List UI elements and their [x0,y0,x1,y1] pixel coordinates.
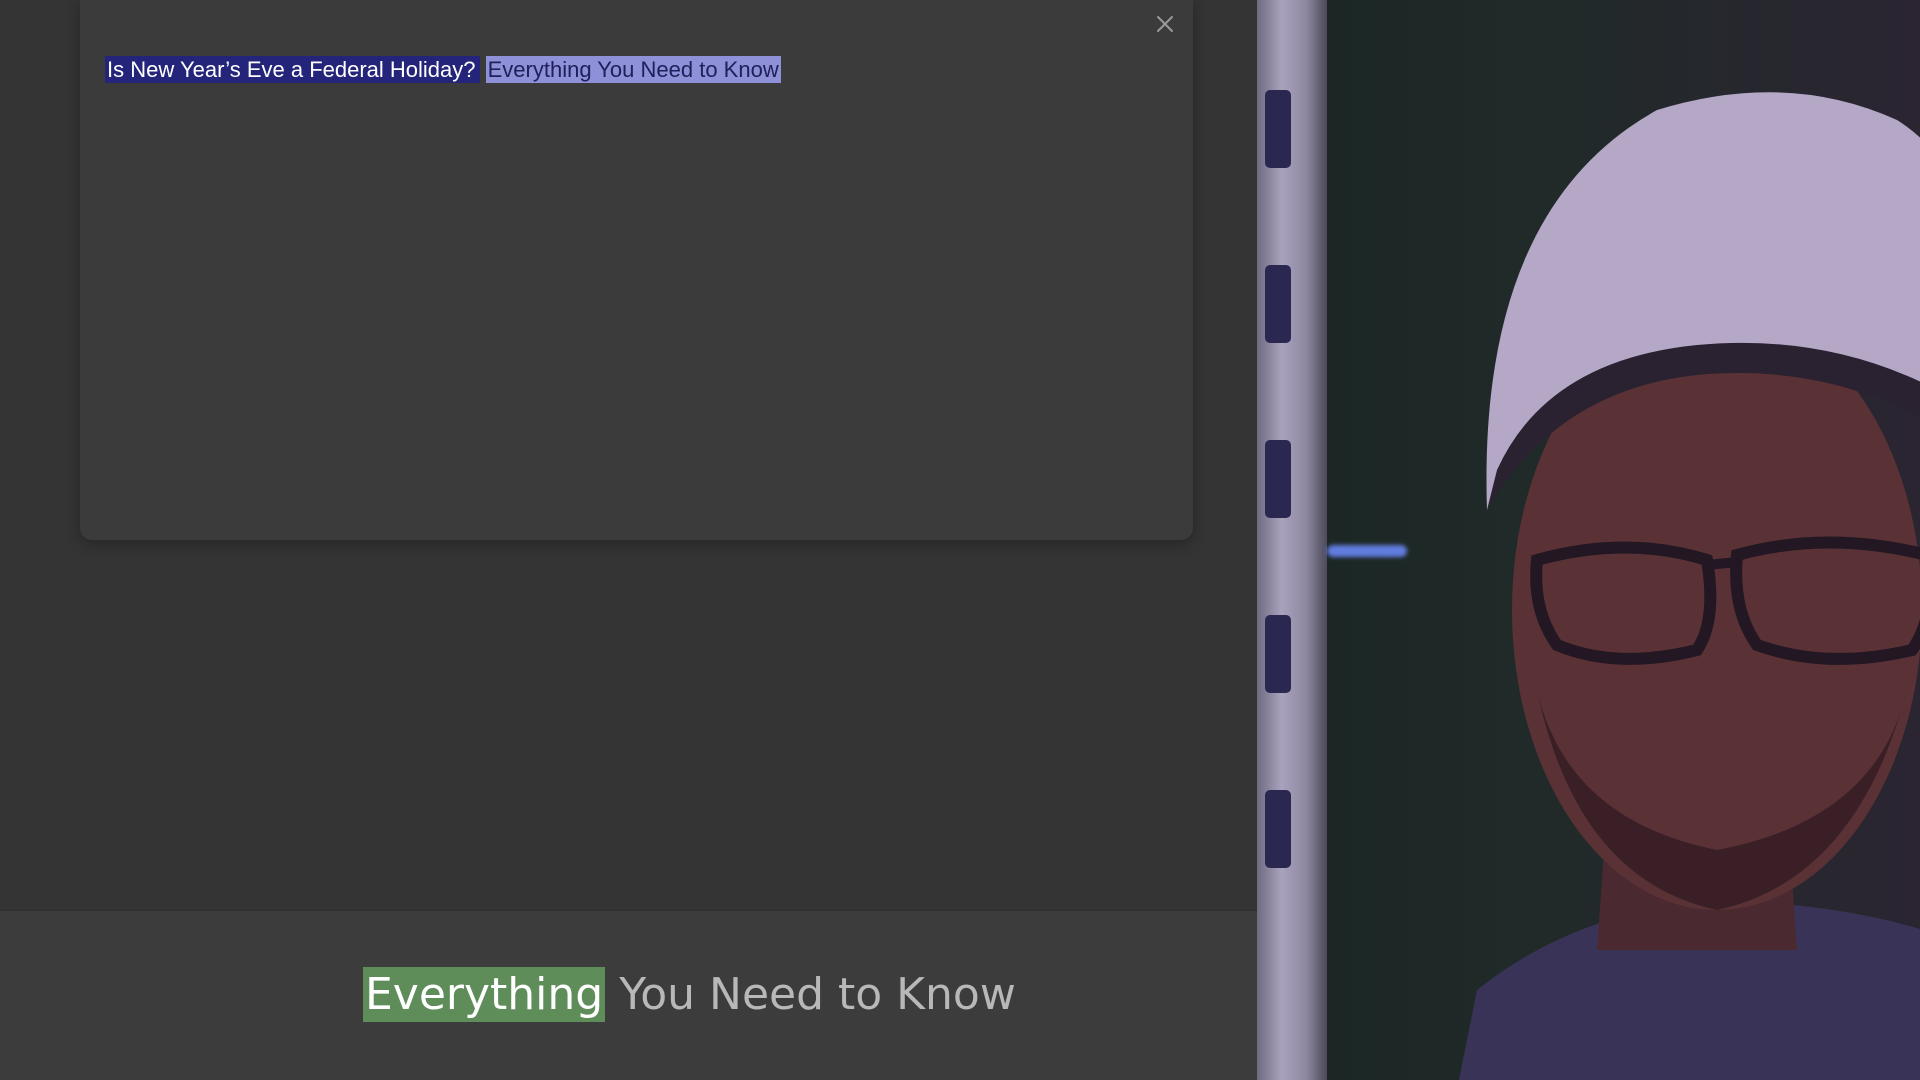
teleprompter-app: Is New Year’s Eve a Federal Holiday? Eve… [0,0,1920,1080]
script-spoken-text: Is New Year’s Eve a Federal Holiday? [105,56,480,83]
script-text[interactable]: Is New Year’s Eve a Federal Holiday? Eve… [105,53,781,87]
post-slot [1265,265,1291,343]
post-slot [1265,790,1291,868]
close-icon [1156,15,1174,37]
script-upcoming-text: Everything You Need to Know [485,56,781,83]
caption-current-word: Everything [363,967,606,1022]
webcam-light-glow [1327,545,1407,557]
teleprompter-pane: Is New Year’s Eve a Federal Holiday? Eve… [0,0,1257,1080]
post-slot [1265,440,1291,518]
webcam-shelf-post [1257,0,1327,1080]
caption-remaining-text: You Need to Know [619,969,1016,1020]
close-button[interactable] [1147,8,1183,44]
script-panel: Is New Year’s Eve a Federal Holiday? Eve… [80,0,1193,540]
caption-bar: Everything You Need to Know [0,910,1257,1080]
webcam-person [1459,92,1920,1080]
live-caption: Everything You Need to Know [363,966,1016,1024]
post-slot [1265,615,1291,693]
post-slot [1265,90,1291,168]
webcam-preview [1257,0,1920,1080]
